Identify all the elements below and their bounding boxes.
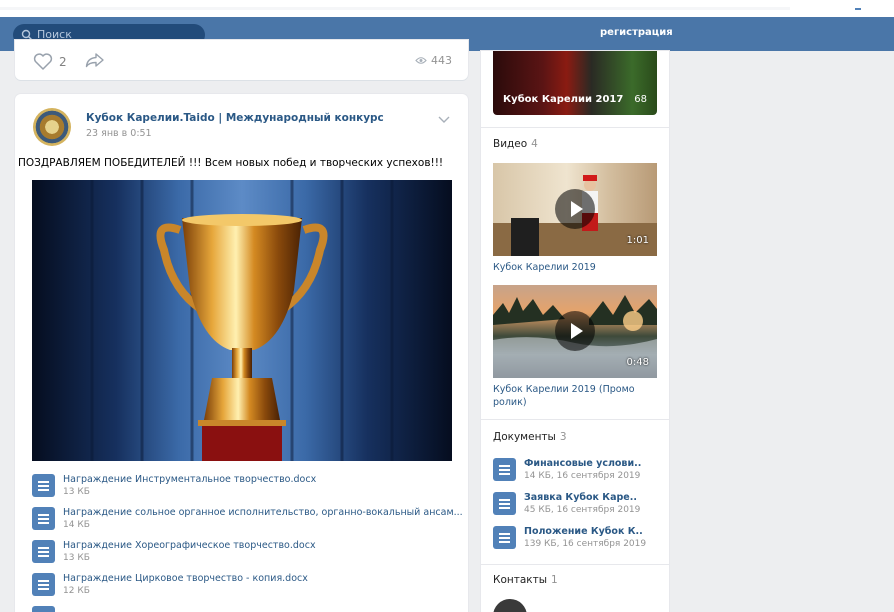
attachment-name[interactable]: Награждение Цирковое творчество - копия.… <box>63 573 308 584</box>
post-author[interactable]: Кубок Карелии.Taido | Международный конк… <box>86 112 384 124</box>
attachment-size: 12 КБ <box>63 586 90 596</box>
documents-title: Документы <box>493 431 556 443</box>
post-photo[interactable] <box>32 180 452 461</box>
post-date[interactable]: 23 янв в 0:51 <box>86 128 152 139</box>
contacts-heading[interactable]: Контакты 1 <box>493 574 558 586</box>
author-avatar[interactable] <box>33 108 71 146</box>
document-name[interactable]: Заявка Кубок Каре.. <box>524 492 637 503</box>
document-meta: 139 КБ, 16 сентября 2019 <box>524 539 647 549</box>
attachment-list: Награждение Инструментальное творчество.… <box>32 472 463 612</box>
trophy-image <box>32 180 452 461</box>
document-meta: 45 КБ, 16 сентября 2019 <box>524 505 641 515</box>
play-icon <box>555 189 595 229</box>
video-duration: 0:48 <box>626 357 649 368</box>
document-icon <box>32 474 55 497</box>
post-text: ПОЗДРАВЛЯЕМ ПОБЕДИТЕЛЕЙ !!! Всем новых п… <box>18 157 444 169</box>
video-title[interactable]: Кубок Карелии 2019 <box>493 261 643 274</box>
document-item[interactable]: Положение Кубок К.. 139 КБ, 16 сентября … <box>493 526 663 556</box>
attachment-item[interactable]: Награждение Цирковое творчество - копия.… <box>32 571 462 604</box>
attachment-size: 13 КБ <box>63 553 90 563</box>
video-title[interactable]: Кубок Карелии 2019 (Промо ролик) <box>493 383 643 409</box>
attachment-item[interactable]: Награждение сольное органное исполнитель… <box>32 505 463 538</box>
contacts-title: Контакты <box>493 574 548 586</box>
contact-avatar[interactable] <box>493 599 527 612</box>
videos-heading[interactable]: Видео 4 <box>493 138 538 150</box>
divider <box>481 564 669 565</box>
video-thumbnail[interactable]: 0:48 <box>493 285 657 378</box>
attachment-item[interactable] <box>32 604 462 612</box>
views-count: 443 <box>431 54 452 67</box>
videos-title: Видео <box>493 138 528 150</box>
right-sidebar: Кубок Карелии 2017 68 Видео 4 1:01 Кубок … <box>481 51 669 612</box>
share-icon[interactable] <box>85 52 105 68</box>
attachment-item[interactable]: Награждение Инструментальное творчество.… <box>32 472 462 505</box>
like-count: 2 <box>59 54 67 69</box>
document-icon <box>493 492 516 515</box>
attachment-item[interactable]: Награждение Хореографическое творчество.… <box>32 538 462 571</box>
album-count: 68 <box>634 94 647 105</box>
like-button[interactable]: 2 <box>33 53 67 70</box>
views-counter: 443 <box>415 54 452 67</box>
video-thumbnail[interactable]: 1:01 <box>493 163 657 256</box>
photo-album[interactable]: Кубок Карелии 2017 68 <box>493 51 657 115</box>
document-icon <box>32 507 55 530</box>
attachment-name[interactable]: Награждение Инструментальное творчество.… <box>63 474 316 485</box>
album-title: Кубок Карелии 2017 <box>503 94 624 105</box>
chevron-down-icon[interactable] <box>438 116 450 124</box>
divider <box>481 127 669 128</box>
video-duration: 1:01 <box>626 235 649 246</box>
wall-post: Кубок Карелии.Taido | Международный конк… <box>15 94 468 612</box>
heart-icon <box>33 53 53 70</box>
documents-heading[interactable]: Документы 3 <box>493 431 567 443</box>
document-name[interactable]: Положение Кубок К.. <box>524 526 643 537</box>
play-icon <box>555 311 595 351</box>
attachment-name[interactable]: Награждение Хореографическое творчество.… <box>63 540 316 551</box>
documents-count: 3 <box>559 431 567 443</box>
document-icon <box>493 458 516 481</box>
document-name[interactable]: Финансовые услови.. <box>524 458 641 469</box>
attachment-size: 14 КБ <box>63 520 90 530</box>
document-icon <box>32 540 55 563</box>
document-item[interactable]: Финансовые услови.. 14 КБ, 16 сентября 2… <box>493 458 663 488</box>
eye-icon <box>415 57 427 64</box>
previous-post-footer: 2 443 <box>15 40 468 80</box>
contacts-count: 1 <box>551 574 558 586</box>
document-item[interactable]: Заявка Кубок Каре.. 45 КБ, 16 сентября 2… <box>493 492 663 522</box>
attachment-size: 13 КБ <box>63 487 90 497</box>
document-icon <box>493 526 516 549</box>
videos-count: 4 <box>531 138 538 150</box>
document-icon <box>32 606 55 612</box>
document-icon <box>32 573 55 596</box>
document-meta: 14 КБ, 16 сентября 2019 <box>524 471 641 481</box>
top-indicator <box>855 8 861 10</box>
register-link[interactable]: регистрация <box>600 27 673 38</box>
top-divider <box>0 7 790 10</box>
attachment-name[interactable]: Награждение сольное органное исполнитель… <box>63 507 463 518</box>
divider <box>481 419 669 420</box>
top-strip <box>0 0 894 17</box>
